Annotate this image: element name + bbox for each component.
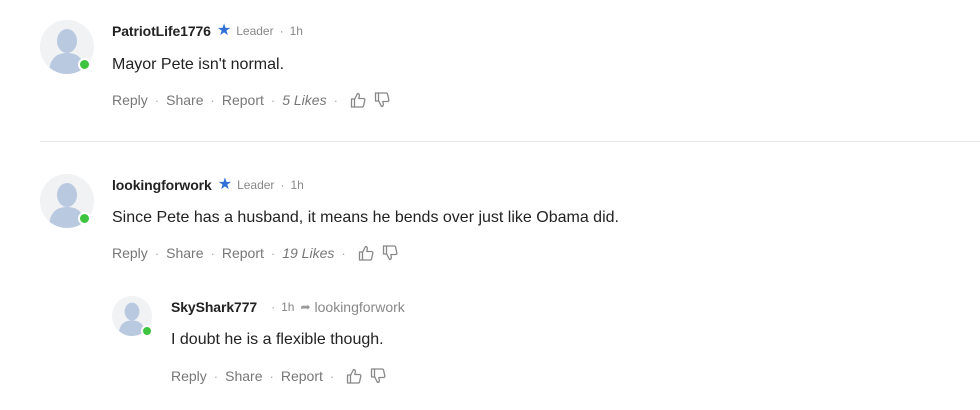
timestamp: 1h xyxy=(281,300,295,314)
username[interactable]: SkyShark777 xyxy=(171,299,257,315)
separator: · xyxy=(270,245,276,261)
star-icon: ★ xyxy=(216,22,232,39)
separator: · xyxy=(154,245,160,261)
online-status-dot xyxy=(141,325,153,337)
thumbs-up-icon[interactable] xyxy=(349,91,367,109)
separator: · xyxy=(213,368,219,384)
leader-badge: Leader xyxy=(236,24,274,38)
comment-header: SkyShark777 · 1h ➦ lookingforwork xyxy=(171,298,405,316)
report-button[interactable]: Report xyxy=(222,92,264,108)
separator: · xyxy=(270,92,276,108)
reply-button[interactable]: Reply xyxy=(112,92,148,108)
separator: · xyxy=(329,368,335,384)
report-button[interactable]: Report xyxy=(222,245,264,261)
username[interactable]: PatriotLife1776 xyxy=(112,23,211,39)
leader-badge: Leader xyxy=(237,178,275,192)
separator: · xyxy=(280,178,285,192)
separator: · xyxy=(341,245,346,261)
username[interactable]: lookingforwork xyxy=(112,177,212,193)
thumbs-down-icon[interactable] xyxy=(369,367,387,385)
report-button[interactable]: Report xyxy=(281,368,323,384)
timestamp: 1h xyxy=(290,178,304,192)
share-button[interactable]: Share xyxy=(166,245,203,261)
comment-header: PatriotLife1776 ★ Leader · 1h xyxy=(112,22,303,40)
like-count: 5 Likes xyxy=(282,92,327,108)
separator: · xyxy=(210,245,215,261)
separator: · xyxy=(333,92,338,108)
reply-button[interactable]: Reply xyxy=(112,245,148,261)
comment-actions: Reply · Share · Report · xyxy=(171,367,387,385)
reply-button[interactable]: Reply xyxy=(171,368,207,384)
thumbs-up-icon[interactable] xyxy=(357,244,375,262)
comment-divider xyxy=(40,141,980,142)
star-icon: ★ xyxy=(217,176,233,193)
comment-body: I doubt he is a flexible though. xyxy=(171,331,384,348)
thumbs-down-icon[interactable] xyxy=(373,91,391,109)
avatar[interactable] xyxy=(112,296,153,337)
share-button[interactable]: Share xyxy=(225,368,262,384)
separator: · xyxy=(210,92,215,108)
comment-body: Since Pete has a husband, it means he be… xyxy=(112,209,619,226)
comment-actions: Reply · Share · Report · 5 Likes · xyxy=(112,91,391,109)
like-count: 19 Likes xyxy=(282,245,335,261)
thumbs-down-icon[interactable] xyxy=(381,244,399,262)
reply-to-username[interactable]: lookingforwork xyxy=(315,299,405,315)
reply-arrow-icon: ➦ xyxy=(300,300,311,314)
thumbs-up-icon[interactable] xyxy=(345,367,363,385)
comment-actions: Reply · Share · Report · 19 Likes · xyxy=(112,244,399,262)
separator: · xyxy=(279,24,284,38)
share-button[interactable]: Share xyxy=(166,92,203,108)
avatar[interactable] xyxy=(40,174,94,228)
separator: · xyxy=(269,368,274,384)
timestamp: 1h xyxy=(289,24,303,38)
avatar[interactable] xyxy=(40,20,94,74)
comment-header: lookingforwork ★ Leader · 1h xyxy=(112,176,304,194)
separator: · xyxy=(271,300,276,314)
separator: · xyxy=(154,92,160,108)
comment-body: Mayor Pete isn't normal. xyxy=(112,56,285,73)
online-status-dot xyxy=(78,212,91,225)
online-status-dot xyxy=(78,58,91,71)
